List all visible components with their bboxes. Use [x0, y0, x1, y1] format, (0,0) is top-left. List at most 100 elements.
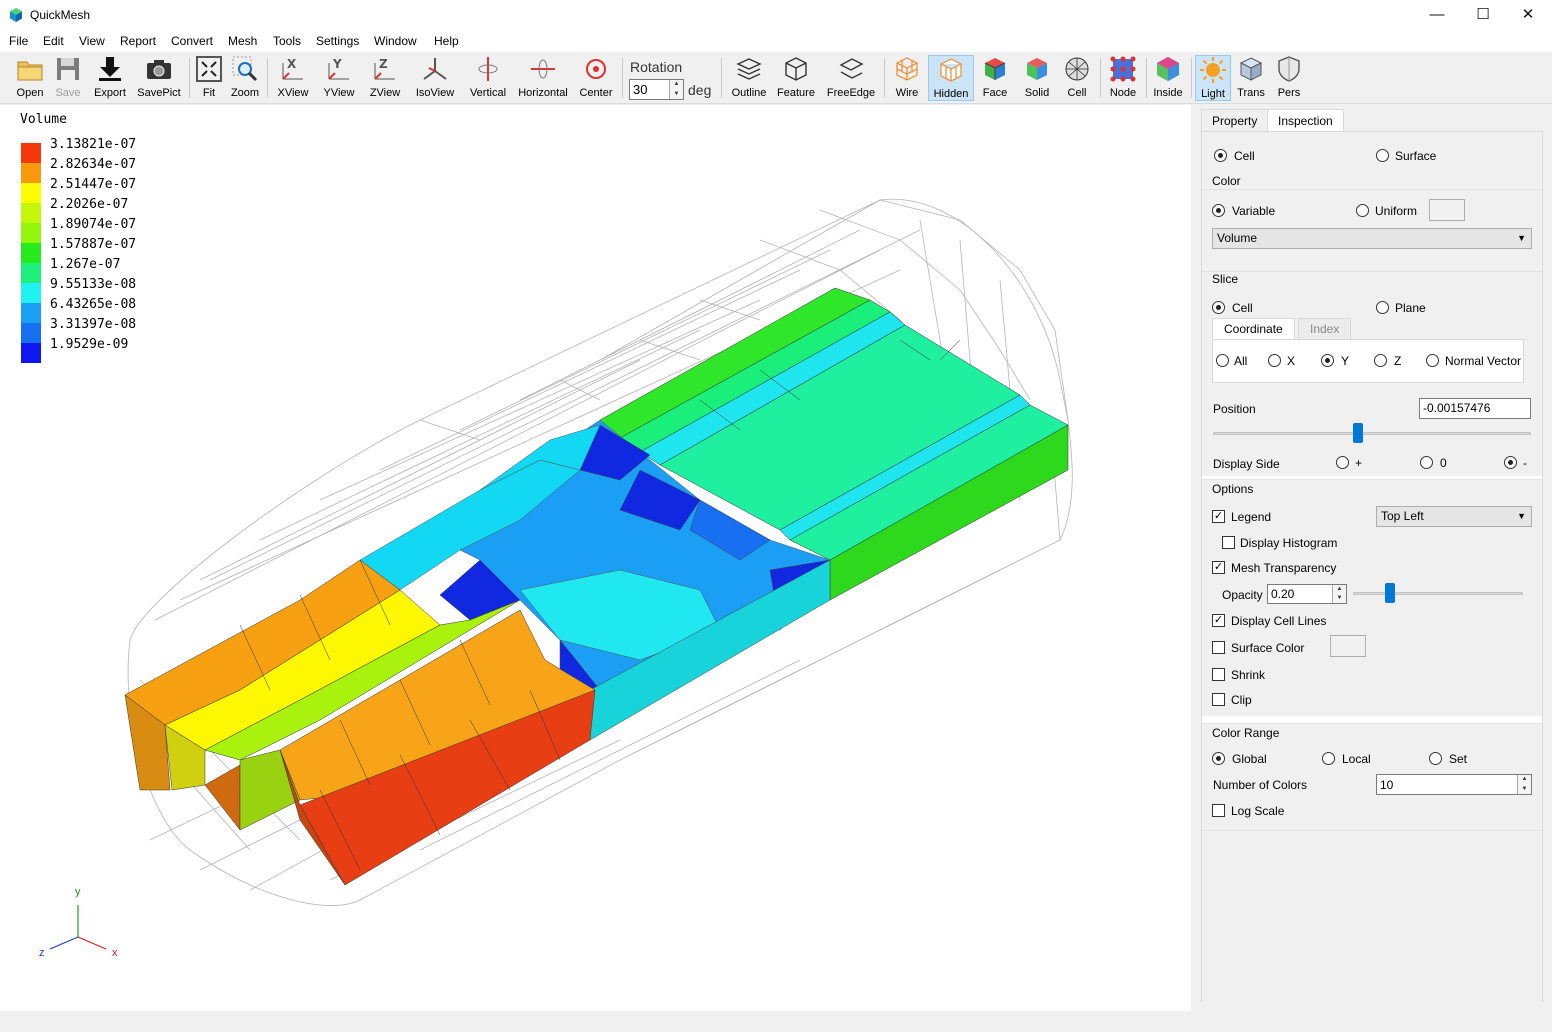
xview-button[interactable]: X XView	[275, 55, 311, 101]
mode-cell-radio[interactable]	[1214, 149, 1227, 162]
vertical-button[interactable]: Vertical	[467, 55, 509, 101]
color-variable-radio[interactable]	[1212, 204, 1225, 217]
num-colors-spinner[interactable]: ▲ ▼	[1517, 775, 1531, 794]
range-set-radio[interactable]	[1429, 752, 1442, 765]
axis-x-radio[interactable]	[1268, 354, 1281, 367]
zview-button[interactable]: Z ZView	[367, 55, 403, 101]
cell-button[interactable]: Cell	[1060, 55, 1094, 101]
center-button[interactable]: Center	[578, 55, 614, 101]
light-button[interactable]: Light	[1195, 55, 1231, 101]
menu-edit[interactable]: Edit	[43, 34, 64, 48]
horizontal-button[interactable]: Horizontal	[517, 55, 569, 101]
yview-button[interactable]: Y YView	[321, 55, 357, 101]
pers-button[interactable]: Pers	[1272, 55, 1306, 101]
shrink-checkbox[interactable]	[1212, 668, 1225, 681]
side-zero-radio[interactable]	[1420, 456, 1433, 469]
zoom-button[interactable]: Zoom	[229, 55, 261, 101]
title-bar: QuickMesh — ☐ ✕	[0, 0, 1552, 31]
axis-z-radio[interactable]	[1374, 354, 1387, 367]
toolbar-separator	[884, 58, 885, 98]
position-slider-track[interactable]	[1213, 432, 1531, 435]
menu-window[interactable]: Window	[374, 34, 417, 48]
num-colors-input[interactable]: ▲▼	[1376, 774, 1532, 795]
menu-settings[interactable]: Settings	[316, 34, 359, 48]
solid-button[interactable]: Solid	[1020, 55, 1054, 101]
menu-mesh[interactable]: Mesh	[228, 34, 257, 48]
side-plus-radio[interactable]	[1336, 456, 1349, 469]
savepict-button[interactable]: SavePict	[136, 55, 182, 101]
menu-report[interactable]: Report	[120, 34, 156, 48]
menu-bar: File Edit View Report Convert Mesh Tools…	[0, 31, 1552, 52]
shrink-label: Shrink	[1231, 668, 1266, 682]
mesh-transparency-checkbox[interactable]: ✓	[1212, 561, 1225, 574]
log-scale-checkbox[interactable]	[1212, 804, 1225, 817]
position-input[interactable]: -0.00157476	[1419, 398, 1531, 419]
outline-button[interactable]: Outline	[730, 55, 768, 101]
position-slider-thumb[interactable]	[1353, 423, 1363, 443]
surface-color-checkbox[interactable]	[1212, 641, 1225, 654]
range-local-radio[interactable]	[1322, 752, 1335, 765]
opacity-slider-track[interactable]	[1353, 592, 1523, 595]
color-variable-value: Volume	[1217, 231, 1258, 245]
face-button[interactable]: Face	[978, 55, 1012, 101]
mesh-viewport[interactable]: Volume 3.13821e-07 2.82634e-07 2.51447e-07…	[0, 105, 1191, 1011]
opacity-spinner[interactable]: ▲ ▼	[1332, 585, 1346, 603]
slice-plane-label: Plane	[1395, 301, 1426, 315]
side-minus-radio[interactable]	[1504, 456, 1517, 469]
inside-button[interactable]: Inside	[1151, 55, 1185, 101]
axis-normal-radio[interactable]	[1426, 354, 1439, 367]
legend-position-value: Top Left	[1381, 509, 1424, 523]
rotation-input[interactable]: ▲▼	[629, 79, 684, 100]
menu-view[interactable]: View	[79, 34, 105, 48]
tab-property[interactable]: Property	[1201, 109, 1269, 132]
close-button[interactable]: ✕	[1505, 0, 1551, 31]
save-button[interactable]: Save	[52, 55, 84, 101]
histogram-checkbox[interactable]	[1222, 536, 1235, 549]
color-uniform-radio[interactable]	[1356, 204, 1369, 217]
menu-convert[interactable]: Convert	[171, 34, 213, 48]
export-button[interactable]: Export	[92, 55, 128, 101]
fit-button[interactable]: Fit	[195, 55, 223, 101]
menu-help[interactable]: Help	[434, 34, 459, 48]
mode-surface-radio[interactable]	[1376, 149, 1389, 162]
legend-position-select[interactable]: Top Left ▼	[1376, 506, 1532, 527]
open-button[interactable]: Open	[12, 55, 48, 101]
axis-y-radio[interactable]	[1321, 354, 1334, 367]
menu-file[interactable]: File	[9, 34, 28, 48]
isoview-button[interactable]: IsoView	[413, 55, 457, 101]
opacity-input[interactable]: ▲▼	[1267, 584, 1347, 604]
slice-cell-radio[interactable]	[1212, 301, 1225, 314]
subtab-index[interactable]: Index	[1298, 318, 1352, 340]
maximize-button[interactable]: ☐	[1460, 0, 1506, 31]
num-colors-value[interactable]	[1377, 775, 1531, 794]
range-global-radio[interactable]	[1212, 752, 1225, 765]
legend-swatch	[21, 223, 41, 243]
node-button[interactable]: Node	[1106, 55, 1140, 101]
hidden-button[interactable]: Hidden	[928, 55, 974, 101]
uniform-color-swatch[interactable]	[1429, 199, 1465, 221]
mesh-render[interactable]	[0, 105, 1191, 1011]
clip-checkbox[interactable]	[1212, 693, 1225, 706]
legend-swatch	[21, 143, 41, 163]
minimize-button[interactable]: —	[1414, 0, 1460, 31]
status-bar	[0, 1011, 1552, 1032]
color-section: Variable Uniform Volume ▼	[1202, 189, 1542, 271]
tab-inspection[interactable]: Inspection	[1267, 109, 1344, 132]
cell-lines-checkbox[interactable]: ✓	[1212, 614, 1225, 627]
slice-plane-radio[interactable]	[1376, 301, 1389, 314]
surface-color-swatch[interactable]	[1330, 635, 1366, 657]
color-variable-select[interactable]: Volume ▼	[1212, 228, 1532, 249]
trans-button[interactable]: Trans	[1234, 55, 1268, 101]
legend-checkbox[interactable]: ✓	[1212, 510, 1225, 523]
axis-all-radio[interactable]	[1216, 354, 1229, 367]
menu-tools[interactable]: Tools	[273, 34, 301, 48]
display-side-label: Display Side	[1213, 457, 1280, 471]
feature-button[interactable]: Feature	[776, 55, 816, 101]
rotation-spinner[interactable]: ▲ ▼	[669, 80, 683, 99]
color-section-title: Color	[1212, 174, 1241, 188]
freeedge-button[interactable]: FreeEdge	[826, 55, 876, 101]
wire-button[interactable]: Wire	[890, 55, 924, 101]
opacity-slider-thumb[interactable]	[1385, 583, 1395, 603]
subtab-coordinate[interactable]: Coordinate	[1212, 318, 1295, 340]
panel-body: Cell Surface Color Variable Uniform Volu…	[1201, 131, 1543, 1002]
